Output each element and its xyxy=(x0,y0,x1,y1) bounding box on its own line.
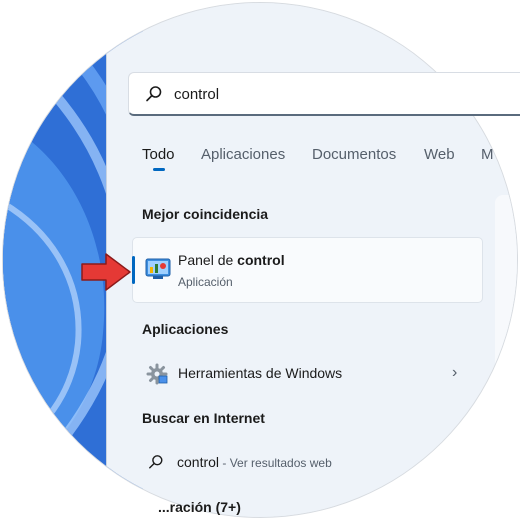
partial-section-heading: ...ración (7+) xyxy=(158,499,241,515)
web-query: control - Ver resultados web xyxy=(177,454,332,470)
search-query: control xyxy=(174,86,220,103)
best-match-heading: Mejor coincidencia xyxy=(142,206,269,222)
selection-accent xyxy=(132,256,135,284)
best-match-result[interactable]: Panel de control Aplicación xyxy=(132,237,483,303)
search-icon xyxy=(148,454,164,475)
active-tab-indicator xyxy=(153,168,165,171)
search-icon xyxy=(145,85,163,108)
best-match-type: Aplicación xyxy=(178,275,233,289)
app-item-label: Herramientas de Windows xyxy=(178,365,343,381)
best-match-name: Panel de control xyxy=(178,252,285,268)
search-input[interactable]: control xyxy=(128,72,520,116)
preview-pane xyxy=(495,195,517,517)
web-query-suffix: - Ver resultados web xyxy=(219,456,332,470)
best-match-name-prefix: Panel de xyxy=(178,252,238,268)
gear-icon xyxy=(146,363,168,390)
web-heading: Buscar en Internet xyxy=(142,410,265,426)
tab-todo[interactable]: Todo xyxy=(142,146,175,163)
control-panel-icon xyxy=(145,258,171,285)
red-arrow-icon xyxy=(81,253,131,291)
web-search-result[interactable]: control - Ver resultados web xyxy=(138,446,478,480)
tab-aplicaciones[interactable]: Aplicaciones xyxy=(201,146,285,163)
chevron-right-icon[interactable]: › xyxy=(452,364,457,382)
tab-web[interactable]: Web xyxy=(424,146,455,163)
apps-heading: Aplicaciones xyxy=(142,321,229,337)
tab-documentos[interactable]: Documentos xyxy=(312,146,396,163)
app-item-herramientas[interactable]: Herramientas de Windows › xyxy=(138,356,478,390)
best-match-name-bold: control xyxy=(237,252,285,268)
web-query-text: control xyxy=(177,454,220,470)
tab-more[interactable]: M xyxy=(481,146,494,163)
